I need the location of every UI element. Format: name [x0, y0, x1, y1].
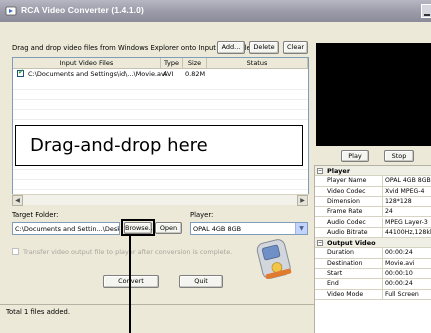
horizontal-scrollbar[interactable]: ◀ ▶: [12, 194, 309, 206]
minimize-icon: [424, 14, 430, 16]
property-row[interactable]: Player Name OPAL 4GB 8GB: [315, 176, 431, 187]
property-key: Destination: [327, 259, 363, 267]
player-device-icon: [256, 239, 292, 279]
property-row[interactable]: Duration 00:00:24: [315, 248, 431, 259]
delete-button[interactable]: Delete: [249, 41, 279, 54]
property-grid: − Player Player Name OPAL 4GB 8GB Video C…: [314, 165, 431, 333]
property-value: 00:00:10: [385, 270, 413, 277]
video-preview: [316, 43, 431, 146]
collapse-icon[interactable]: −: [317, 240, 323, 247]
property-row[interactable]: Video Codec Xvid MPEG-4: [315, 186, 431, 197]
row-divider: [13, 179, 308, 180]
category-title: Player: [327, 167, 351, 175]
scroll-right-icon[interactable]: ▶: [297, 195, 308, 206]
property-key: Frame Rate: [327, 208, 363, 216]
property-row[interactable]: Destination Movie.avi: [315, 258, 431, 269]
row-divider: [13, 99, 308, 100]
row-checkbox[interactable]: ✔: [17, 68, 24, 77]
row-path: C:\Documents and Settings\id\...\Movie.a…: [28, 70, 167, 78]
table-row[interactable]: ✔ C:\Documents and Settings\id\...\Movie…: [13, 68, 308, 79]
column-header-files[interactable]: Input Video Files: [13, 58, 161, 69]
quit-button[interactable]: Quit: [179, 275, 223, 288]
row-divider: [13, 109, 308, 110]
browse-callout-line: [129, 235, 131, 333]
property-key: Duration: [327, 249, 354, 257]
drag-drop-label: Drag-and-drop here: [30, 135, 208, 156]
app-icon: [5, 6, 17, 16]
property-row[interactable]: Start 00:00:10: [315, 269, 431, 280]
chevron-down-icon[interactable]: ▼: [295, 223, 307, 234]
property-key: Video Mode: [327, 290, 364, 298]
row-type: AVI: [163, 70, 174, 78]
play-button[interactable]: Play: [341, 150, 369, 162]
row-divider: [13, 89, 308, 90]
property-row[interactable]: End 00:00:24: [315, 279, 431, 290]
property-row[interactable]: Audio Bitrate 44100Hz,128kbps: [315, 227, 431, 239]
property-value: OPAL 4GB 8GB: [385, 177, 431, 185]
scroll-left-icon[interactable]: ◀: [12, 195, 23, 206]
property-key: Audio Codec: [327, 218, 366, 226]
target-folder-field[interactable]: C:\Documents and Settin...\Desktop: [12, 222, 120, 235]
property-row[interactable]: Dimension 128*128: [315, 196, 431, 208]
property-key: Audio Bitrate: [327, 228, 368, 236]
column-header-size[interactable]: Size: [183, 58, 207, 69]
browse-callout-box: [121, 219, 155, 236]
property-value: Movie.avi: [385, 259, 415, 267]
column-header-status[interactable]: Status: [207, 58, 308, 69]
property-value: Full Screen: [385, 290, 419, 298]
clear-button[interactable]: Clear: [283, 41, 308, 54]
stop-button[interactable]: Stop: [384, 150, 414, 162]
player-select-value: OPAL 4GB 8GB: [193, 225, 242, 233]
add-button[interactable]: Add...: [217, 41, 245, 54]
property-row[interactable]: Video Mode Full Screen: [315, 289, 431, 300]
check-icon: ✔: [18, 68, 24, 76]
row-divider: [13, 169, 308, 170]
player-label: Player:: [190, 211, 214, 219]
open-button[interactable]: Open: [155, 222, 182, 234]
property-key: Player Name: [327, 177, 367, 185]
property-key: Video Codec: [327, 187, 366, 195]
target-folder-label: Target Folder:: [12, 211, 59, 219]
property-value: 128*128: [385, 197, 412, 205]
collapse-icon[interactable]: −: [317, 168, 323, 174]
category-player[interactable]: − Player: [315, 166, 431, 177]
player-select[interactable]: OPAL 4GB 8GB ▼: [190, 222, 308, 235]
property-value: 44100Hz,128kbps: [385, 228, 431, 236]
property-row[interactable]: Audio Codec MPEG Layer-3: [315, 217, 431, 228]
property-value: Xvid MPEG-4: [385, 187, 425, 195]
row-divider: [13, 189, 308, 190]
property-value: 00:00:24: [385, 280, 413, 288]
property-value: 00:00:24: [385, 249, 413, 257]
status-text: Total 1 files added.: [6, 308, 71, 316]
property-value: 24: [385, 208, 393, 216]
transfer-checkbox[interactable]: [12, 248, 19, 255]
property-key: Dimension: [327, 197, 360, 205]
row-divider: [13, 119, 308, 120]
row-size: 0.82M: [185, 70, 206, 78]
property-value: MPEG Layer-3: [385, 218, 428, 226]
category-title: Output Video: [327, 239, 376, 248]
minimize-button[interactable]: [421, 4, 431, 18]
property-key: Start: [327, 270, 343, 277]
property-key: End: [327, 280, 339, 288]
transfer-label: Transfer video output file to player aft…: [23, 248, 233, 256]
window-title: RCA Video Converter (1.4.1.0): [21, 5, 144, 15]
convert-button[interactable]: Convert: [103, 275, 159, 288]
column-header-type[interactable]: Type: [161, 58, 183, 69]
property-row[interactable]: Frame Rate 24: [315, 207, 431, 218]
category-output-video[interactable]: − Output Video: [315, 238, 431, 249]
